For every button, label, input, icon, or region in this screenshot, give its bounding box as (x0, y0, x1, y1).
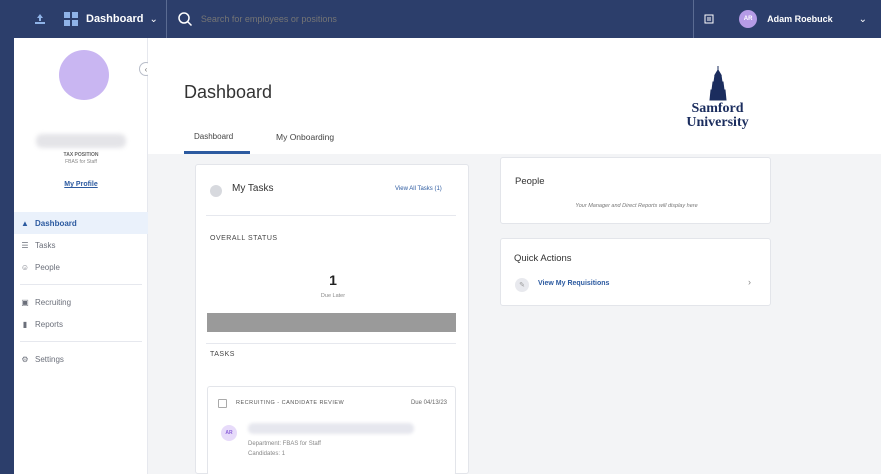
search-icon (178, 12, 192, 27)
sidebar-item-dashboard[interactable]: ▲ Dashboard (14, 212, 148, 234)
home-icon: ▲ (21, 218, 29, 228)
task-item[interactable]: RECRUITING - CANDIDATE REVIEW Due 04/13/… (207, 386, 456, 474)
overall-status-label: OVERALL STATUS (210, 235, 278, 242)
profile-department: FBAS for Staff (65, 159, 97, 165)
sidebar-item-recruiting[interactable]: ▣ Recruiting (14, 291, 148, 313)
recruiting-icon: ▣ (21, 297, 29, 307)
settings-icon: ⚙ (21, 354, 29, 364)
list-icon[interactable] (693, 0, 723, 38)
page-tabs: Dashboard My Onboarding (184, 130, 334, 154)
task-due-date: Due 04/13/23 (410, 400, 447, 406)
reports-icon: ▮ (22, 319, 28, 329)
task-name: RECRUITING - CANDIDATE REVIEW (236, 400, 345, 406)
tasks-card-title: My Tasks (232, 183, 274, 194)
sidebar-item-label: Tasks (35, 240, 56, 250)
task-avatar: AR (221, 425, 237, 441)
sidebar-item-settings[interactable]: ⚙ Settings (14, 348, 148, 370)
tower-logo-icon (708, 66, 727, 101)
quick-actions-title: Quick Actions (514, 253, 572, 264)
sidebar-item-label: Settings (35, 354, 64, 364)
user-menu-chevron-icon[interactable]: ⌄ (859, 14, 867, 25)
left-accent-strip (0, 38, 14, 474)
chevron-right-icon[interactable]: › (748, 277, 751, 287)
due-later-label: Due Later (320, 293, 346, 299)
sidebar-item-label: People (35, 262, 60, 272)
people-card: People Your Manager and Direct Reports w… (500, 157, 771, 224)
app-title[interactable]: Dashboard (86, 13, 143, 25)
logo-text-university: University (686, 115, 749, 130)
sidebar-item-tasks[interactable]: ☰ Tasks (14, 234, 148, 256)
people-card-description: Your Manager and Direct Reports will dis… (575, 203, 698, 209)
pencil-icon: ✎ (515, 278, 529, 292)
view-all-tasks-link[interactable]: View All Tasks (1) (395, 186, 442, 192)
profile-name-redacted (36, 134, 126, 148)
search-input[interactable] (200, 14, 501, 24)
sidebar-item-label: Dashboard (35, 218, 77, 228)
task-department: Department: FBAS for Staff (248, 441, 321, 447)
nav-divider (20, 341, 142, 342)
sidebar: ‹ TAX POSITION FBAS for Staff My Profile… (14, 38, 153, 474)
view-my-requisitions-link[interactable]: View My Requisitions (538, 280, 609, 287)
topbar-right: AR Adam Roebuck ⌄ (693, 0, 881, 38)
task-checkbox[interactable] (218, 399, 227, 408)
tasks-card-icon (210, 185, 222, 197)
user-avatar[interactable]: AR (739, 10, 758, 28)
tasks-icon: ☰ (21, 240, 29, 250)
profile-avatar (59, 50, 109, 100)
status-progress-bar (207, 313, 456, 332)
sidebar-nav: ▲ Dashboard ☰ Tasks ☺ People ▣ Recruitin… (14, 212, 148, 370)
cloud-upload-icon[interactable] (30, 9, 50, 29)
top-navigation-bar: Dashboard ⌄ AR Adam Roebuck ⌄ (0, 0, 881, 38)
my-profile-link[interactable]: My Profile (14, 181, 148, 188)
people-card-title: People (515, 176, 545, 187)
tab-dashboard[interactable]: Dashboard (184, 130, 250, 154)
card-divider (206, 215, 456, 216)
app-grid-icon[interactable] (64, 12, 78, 26)
samford-university-logo: Samford University (670, 66, 765, 140)
topbar-divider (165, 0, 167, 38)
topbar-left-cap (0, 0, 14, 38)
page-title: Dashboard (184, 82, 273, 102)
nav-divider (20, 284, 142, 285)
sidebar-item-reports[interactable]: ▮ Reports (14, 313, 148, 335)
task-title-redacted (248, 423, 414, 434)
tasks-section-label: TASKS (210, 351, 235, 358)
due-later-count: 1 (329, 272, 337, 288)
tab-my-onboarding[interactable]: My Onboarding (276, 130, 334, 154)
chevron-down-icon[interactable]: ⌄ (149, 14, 157, 25)
logo-text-samford: Samford (691, 101, 744, 116)
sidebar-item-people[interactable]: ☺ People (14, 256, 148, 278)
sidebar-item-label: Reports (35, 319, 64, 329)
user-name[interactable]: Adam Roebuck (767, 14, 833, 24)
card-divider (206, 343, 456, 344)
people-icon: ☺ (20, 262, 30, 272)
profile-position: TAX POSITION (63, 152, 99, 158)
quick-actions-card: Quick Actions ✎ View My Requisitions › (500, 238, 771, 306)
my-tasks-card: My Tasks View All Tasks (1) OVERALL STAT… (195, 164, 469, 474)
task-candidates: Candidates: 1 (248, 451, 286, 457)
sidebar-item-label: Recruiting (35, 297, 72, 307)
